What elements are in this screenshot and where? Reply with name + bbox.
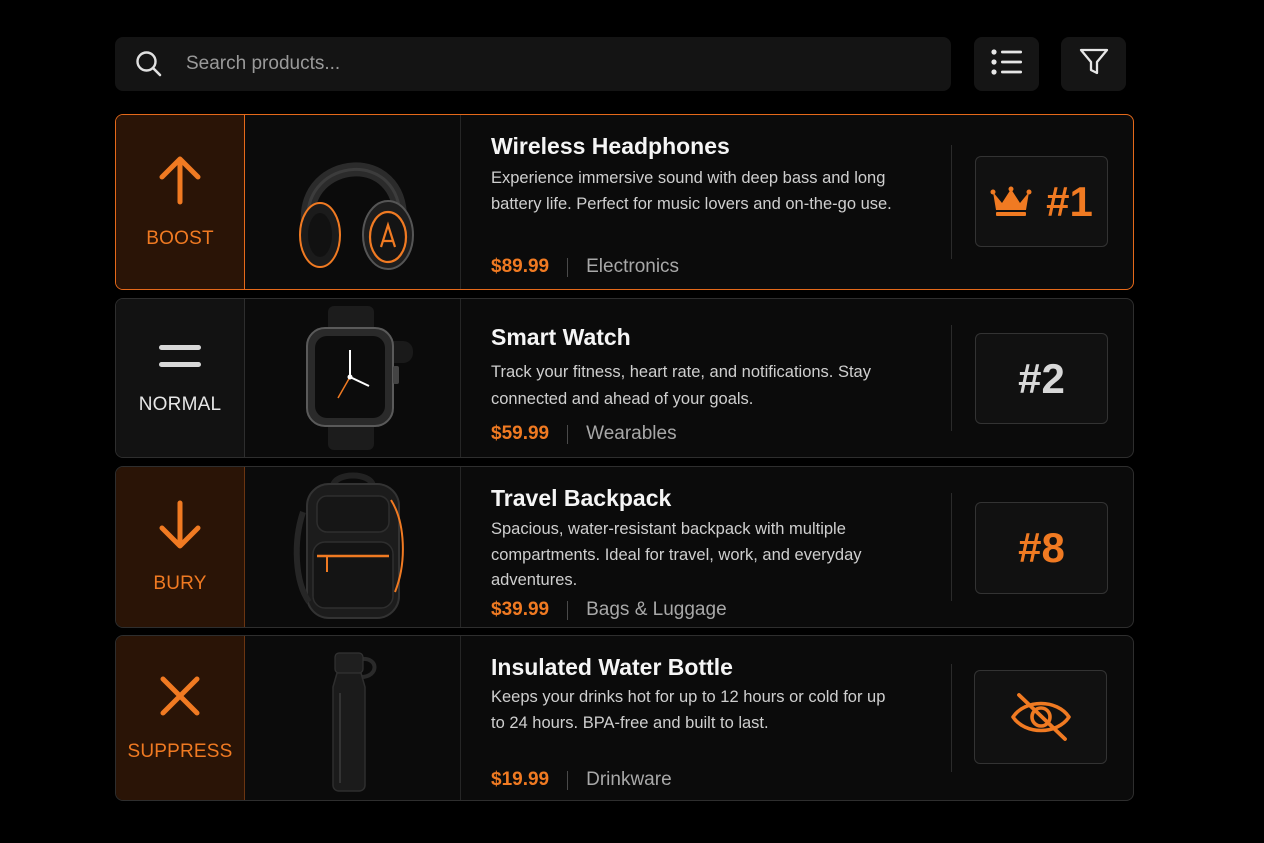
- product-description: Track your fitness, heart rate, and noti…: [491, 363, 871, 408]
- search-icon: [134, 49, 164, 79]
- search-input[interactable]: [186, 37, 951, 91]
- meta-divider: [567, 257, 569, 277]
- divider: [951, 145, 952, 259]
- product-meta: $19.99 Drinkware: [491, 769, 672, 791]
- crown-icon: [990, 186, 1032, 218]
- meta-divider: [567, 600, 569, 620]
- product-description: Spacious, water-resistant backpack with …: [491, 520, 862, 589]
- product-category: Bags & Luggage: [586, 599, 727, 620]
- filter-button[interactable]: [1061, 37, 1126, 91]
- list-view-button[interactable]: [974, 37, 1039, 91]
- product-row: NORMAL Smart Watch Track your fitness, h…: [115, 298, 1134, 458]
- product-image-smartwatch: [245, 299, 461, 457]
- equals-icon: [158, 341, 202, 376]
- x-icon: [158, 674, 202, 723]
- product-category: Drinkware: [586, 769, 672, 790]
- product-info: Travel Backpack Spacious, water-resistan…: [491, 467, 911, 627]
- product-meta: $59.99 Wearables: [491, 423, 677, 445]
- rank-number: #2: [1018, 354, 1065, 402]
- product-category: Wearables: [586, 423, 677, 444]
- product-price: $89.99: [491, 256, 550, 277]
- filter-icon: [1079, 48, 1109, 81]
- rank-number: #1: [1046, 177, 1093, 225]
- product-description: Keeps your drinks hot for up to 12 hours…: [491, 688, 886, 732]
- arrow-down-icon: [157, 500, 203, 555]
- product-info: Insulated Water Bottle Keeps your drinks…: [491, 636, 911, 800]
- search-bar[interactable]: [115, 37, 951, 91]
- product-description: Experience immersive sound with deep bas…: [491, 169, 892, 213]
- divider: [951, 664, 952, 772]
- product-info: Wireless Headphones Experience immersive…: [491, 115, 911, 289]
- product-row: BURY Travel Backpack Spacious, water-res…: [115, 466, 1134, 628]
- normal-button[interactable]: NORMAL: [116, 299, 245, 457]
- rank-badge: #2: [975, 333, 1108, 424]
- product-row: BOOST Wireless Headphones Experience imm…: [115, 114, 1134, 290]
- rank-badge: #1: [975, 156, 1108, 247]
- product-image-headphones: [245, 115, 461, 289]
- arrow-up-icon: [157, 155, 203, 210]
- eye-off-icon: [1009, 691, 1073, 743]
- product-row: SUPPRESS Insulated Water Bottle Keeps yo…: [115, 635, 1134, 801]
- product-meta: $39.99 Bags & Luggage: [491, 599, 727, 621]
- product-price: $39.99: [491, 599, 550, 620]
- product-price: $19.99: [491, 769, 550, 790]
- meta-divider: [567, 424, 569, 444]
- action-label: BURY: [153, 572, 207, 594]
- product-image-water-bottle: [245, 636, 461, 800]
- product-image-backpack: [245, 467, 461, 627]
- product-title[interactable]: Travel Backpack: [491, 485, 671, 512]
- list-icon: [990, 48, 1023, 80]
- suppress-button[interactable]: SUPPRESS: [116, 636, 245, 800]
- rank-badge: #8: [975, 502, 1108, 594]
- product-category: Electronics: [586, 256, 680, 277]
- product-title[interactable]: Smart Watch: [491, 324, 631, 351]
- product-meta: $89.99 Electronics: [491, 256, 679, 278]
- action-label: NORMAL: [138, 393, 222, 415]
- hidden-badge: [974, 670, 1107, 764]
- divider: [951, 493, 952, 601]
- product-info: Smart Watch Track your fitness, heart ra…: [491, 299, 911, 457]
- product-price: $59.99: [491, 423, 550, 444]
- product-title[interactable]: Insulated Water Bottle: [491, 654, 733, 681]
- rank-number: #8: [1018, 524, 1065, 571]
- meta-divider: [567, 770, 569, 790]
- product-title[interactable]: Wireless Headphones: [491, 133, 730, 160]
- action-label: BOOST: [146, 227, 214, 249]
- divider: [951, 325, 952, 431]
- bury-button[interactable]: BURY: [116, 467, 245, 627]
- product-ranking-page: BOOST Wireless Headphones Experience imm…: [0, 0, 1264, 843]
- action-label: SUPPRESS: [127, 740, 233, 762]
- boost-button[interactable]: BOOST: [116, 115, 245, 289]
